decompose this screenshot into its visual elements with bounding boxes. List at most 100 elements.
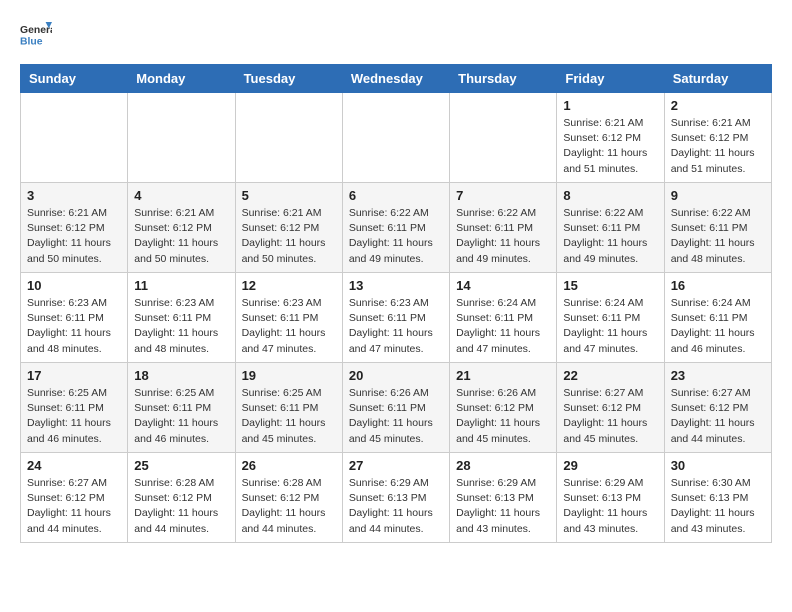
day-number: 29: [563, 458, 657, 473]
day-info: Sunrise: 6:28 AM Sunset: 6:12 PM Dayligh…: [134, 476, 228, 537]
day-number: 4: [134, 188, 228, 203]
day-number: 22: [563, 368, 657, 383]
day-number: 12: [242, 278, 336, 293]
day-number: 21: [456, 368, 550, 383]
calendar-cell: 22Sunrise: 6:27 AM Sunset: 6:12 PM Dayli…: [557, 363, 664, 453]
calendar-cell: 3Sunrise: 6:21 AM Sunset: 6:12 PM Daylig…: [21, 183, 128, 273]
day-info: Sunrise: 6:23 AM Sunset: 6:11 PM Dayligh…: [349, 296, 443, 357]
day-number: 30: [671, 458, 765, 473]
calendar-cell: 9 Sunrise: 6:22 AM Sunset: 6:11 PM Daylig…: [664, 183, 771, 273]
day-number: 24: [27, 458, 121, 473]
calendar-cell: 17Sunrise: 6:25 AM Sunset: 6:11 PM Dayli…: [21, 363, 128, 453]
calendar-cell: 24Sunrise: 6:27 AM Sunset: 6:12 PM Dayli…: [21, 453, 128, 543]
calendar-header-row: SundayMondayTuesdayWednesdayThursdayFrid…: [21, 65, 772, 93]
logo: General Blue: [20, 20, 52, 48]
calendar-cell: 10 Sunrise: 6:23 AM Sunset: 6:11 PM Dayli…: [21, 273, 128, 363]
day-info: Sunrise: 6:21 AM Sunset: 6:12 PM Dayligh…: [134, 206, 228, 267]
day-info: Sunrise: 6:24 AM Sunset: 6:11 PM Dayligh…: [563, 296, 657, 357]
day-number: 18: [134, 368, 228, 383]
day-info: Sunrise: 6:30 AM Sunset: 6:13 PM Dayligh…: [671, 476, 765, 537]
day-header-wednesday: Wednesday: [342, 65, 449, 93]
day-number: 3: [27, 188, 121, 203]
calendar-cell: 23 Sunrise: 6:27 AM Sunset: 6:12 PM Dayli…: [664, 363, 771, 453]
day-header-tuesday: Tuesday: [235, 65, 342, 93]
day-info: Sunrise: 6:29 AM Sunset: 6:13 PM Dayligh…: [349, 476, 443, 537]
calendar-week-row: 1 Sunrise: 6:21 AM Sunset: 6:12 PM Daylig…: [21, 93, 772, 183]
calendar-cell: 26 Sunrise: 6:28 AM Sunset: 6:12 PM Dayli…: [235, 453, 342, 543]
day-info: Sunrise: 6:21 AM Sunset: 6:12 PM Dayligh…: [242, 206, 336, 267]
calendar-cell: 18 Sunrise: 6:25 AM Sunset: 6:11 PM Dayli…: [128, 363, 235, 453]
calendar-cell: 29 Sunrise: 6:29 AM Sunset: 6:13 PM Dayli…: [557, 453, 664, 543]
calendar-cell: [342, 93, 449, 183]
day-number: 20: [349, 368, 443, 383]
calendar-cell: [235, 93, 342, 183]
calendar-cell: 16 Sunrise: 6:24 AM Sunset: 6:11 PM Dayli…: [664, 273, 771, 363]
calendar-cell: 2 Sunrise: 6:21 AM Sunset: 6:12 PM Daylig…: [664, 93, 771, 183]
calendar-cell: 12 Sunrise: 6:23 AM Sunset: 6:11 PM Dayli…: [235, 273, 342, 363]
calendar-cell: [128, 93, 235, 183]
calendar-week-row: 3 Sunrise: 6:21 AM Sunset: 6:12 PM Daylig…: [21, 183, 772, 273]
calendar-cell: 27 Sunrise: 6:29 AM Sunset: 6:13 PM Dayli…: [342, 453, 449, 543]
calendar-week-row: 10 Sunrise: 6:23 AM Sunset: 6:11 PM Dayli…: [21, 273, 772, 363]
day-header-friday: Friday: [557, 65, 664, 93]
day-number: 23: [671, 368, 765, 383]
day-number: 17: [27, 368, 121, 383]
calendar-cell: 19 Sunrise: 6:25 AM Sunset: 6:11 PM Dayli…: [235, 363, 342, 453]
day-info: Sunrise: 6:26 AM Sunset: 6:11 PM Dayligh…: [349, 386, 443, 447]
day-number: 25: [134, 458, 228, 473]
day-header-thursday: Thursday: [450, 65, 557, 93]
day-info: Sunrise: 6:26 AM Sunset: 6:12 PM Dayligh…: [456, 386, 550, 447]
day-info: Sunrise: 6:23 AM Sunset: 6:11 PM Dayligh…: [242, 296, 336, 357]
page-header: General Blue: [20, 20, 772, 48]
day-header-sunday: Sunday: [21, 65, 128, 93]
day-number: 28: [456, 458, 550, 473]
day-info: Sunrise: 6:23 AM Sunset: 6:11 PM Dayligh…: [27, 296, 121, 357]
calendar-cell: [450, 93, 557, 183]
day-number: 2: [671, 98, 765, 113]
day-number: 8: [563, 188, 657, 203]
day-info: Sunrise: 6:22 AM Sunset: 6:11 PM Dayligh…: [349, 206, 443, 267]
day-number: 7: [456, 188, 550, 203]
day-number: 5: [242, 188, 336, 203]
day-number: 10: [27, 278, 121, 293]
day-number: 16: [671, 278, 765, 293]
day-number: 14: [456, 278, 550, 293]
day-info: Sunrise: 6:24 AM Sunset: 6:11 PM Dayligh…: [671, 296, 765, 357]
day-header-monday: Monday: [128, 65, 235, 93]
day-number: 26: [242, 458, 336, 473]
day-info: Sunrise: 6:22 AM Sunset: 6:11 PM Dayligh…: [671, 206, 765, 267]
day-number: 13: [349, 278, 443, 293]
day-number: 27: [349, 458, 443, 473]
svg-text:Blue: Blue: [20, 36, 43, 47]
day-number: 1: [563, 98, 657, 113]
calendar-cell: [21, 93, 128, 183]
calendar-cell: 4 Sunrise: 6:21 AM Sunset: 6:12 PM Daylig…: [128, 183, 235, 273]
calendar-cell: 21 Sunrise: 6:26 AM Sunset: 6:12 PM Dayli…: [450, 363, 557, 453]
calendar-cell: 28 Sunrise: 6:29 AM Sunset: 6:13 PM Dayli…: [450, 453, 557, 543]
day-number: 6: [349, 188, 443, 203]
calendar-cell: 20 Sunrise: 6:26 AM Sunset: 6:11 PM Dayli…: [342, 363, 449, 453]
calendar-cell: 25 Sunrise: 6:28 AM Sunset: 6:12 PM Dayli…: [128, 453, 235, 543]
day-number: 11: [134, 278, 228, 293]
day-info: Sunrise: 6:29 AM Sunset: 6:13 PM Dayligh…: [456, 476, 550, 537]
day-info: Sunrise: 6:22 AM Sunset: 6:11 PM Dayligh…: [456, 206, 550, 267]
day-info: Sunrise: 6:27 AM Sunset: 6:12 PM Dayligh…: [671, 386, 765, 447]
day-info: Sunrise: 6:25 AM Sunset: 6:11 PM Dayligh…: [134, 386, 228, 447]
day-info: Sunrise: 6:22 AM Sunset: 6:11 PM Dayligh…: [563, 206, 657, 267]
day-info: Sunrise: 6:25 AM Sunset: 6:11 PM Dayligh…: [242, 386, 336, 447]
day-number: 19: [242, 368, 336, 383]
logo-icon: General Blue: [20, 20, 52, 48]
calendar-cell: 8 Sunrise: 6:22 AM Sunset: 6:11 PM Daylig…: [557, 183, 664, 273]
calendar-cell: 14 Sunrise: 6:24 AM Sunset: 6:11 PM Dayli…: [450, 273, 557, 363]
calendar-cell: 6 Sunrise: 6:22 AM Sunset: 6:11 PM Daylig…: [342, 183, 449, 273]
day-info: Sunrise: 6:29 AM Sunset: 6:13 PM Dayligh…: [563, 476, 657, 537]
calendar-week-row: 24Sunrise: 6:27 AM Sunset: 6:12 PM Dayli…: [21, 453, 772, 543]
day-info: Sunrise: 6:28 AM Sunset: 6:12 PM Dayligh…: [242, 476, 336, 537]
calendar-table: SundayMondayTuesdayWednesdayThursdayFrid…: [20, 64, 772, 543]
day-info: Sunrise: 6:21 AM Sunset: 6:12 PM Dayligh…: [563, 116, 657, 177]
calendar-cell: 7 Sunrise: 6:22 AM Sunset: 6:11 PM Daylig…: [450, 183, 557, 273]
day-info: Sunrise: 6:24 AM Sunset: 6:11 PM Dayligh…: [456, 296, 550, 357]
day-number: 9: [671, 188, 765, 203]
day-info: Sunrise: 6:21 AM Sunset: 6:12 PM Dayligh…: [671, 116, 765, 177]
calendar-cell: 11Sunrise: 6:23 AM Sunset: 6:11 PM Dayli…: [128, 273, 235, 363]
